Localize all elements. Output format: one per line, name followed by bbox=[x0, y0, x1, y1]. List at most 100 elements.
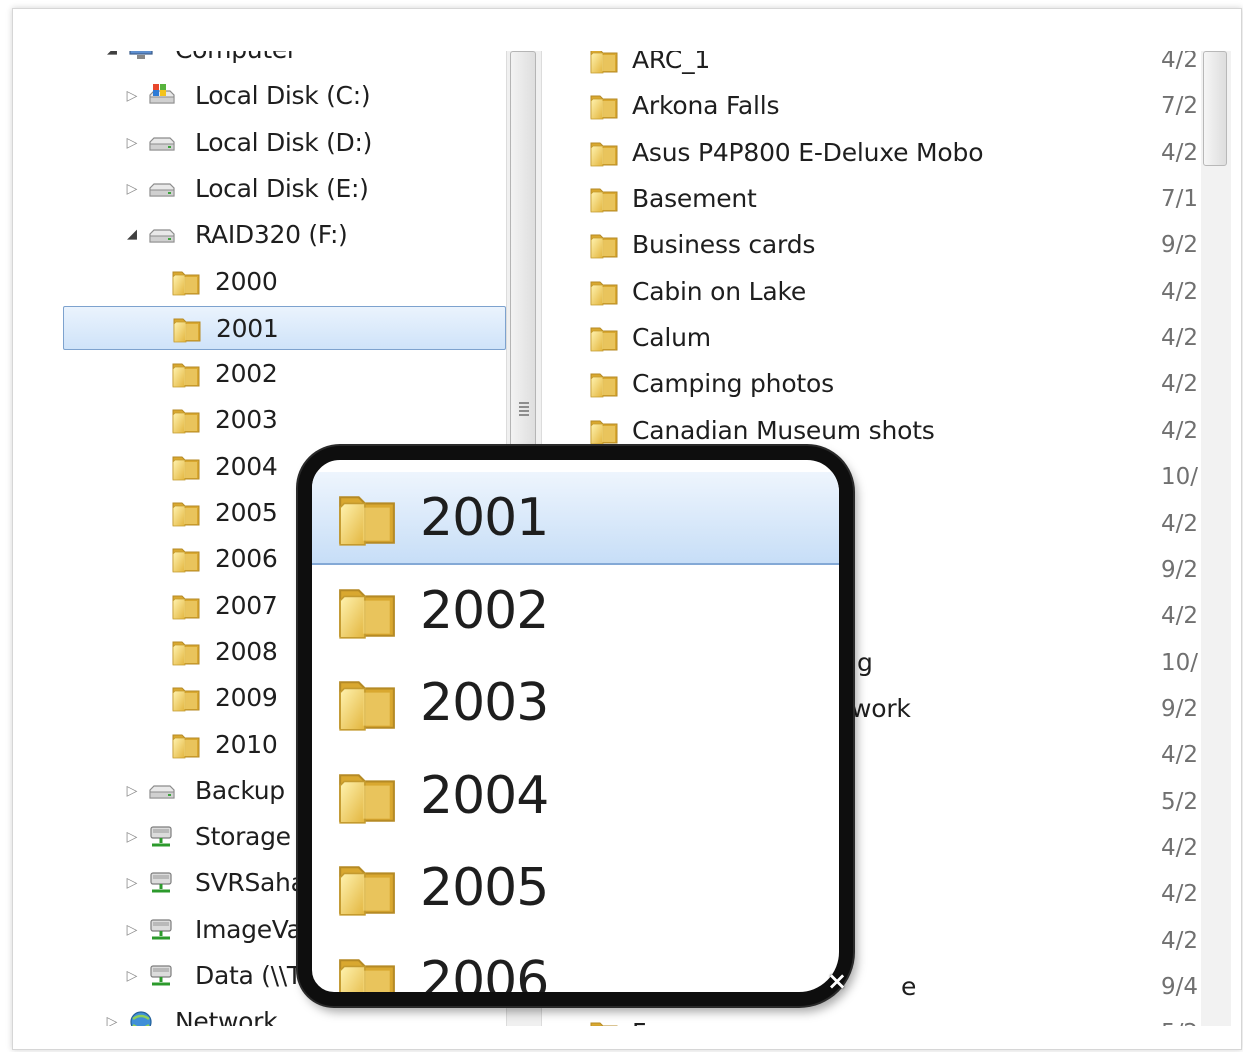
magnifier-item[interactable]: 2001 bbox=[312, 472, 839, 565]
file-name: Calum bbox=[632, 323, 711, 353]
file-row[interactable]: Camping photos 4/2 bbox=[541, 361, 1241, 407]
file-row[interactable]: Business cards 9/2 bbox=[541, 222, 1241, 268]
expand-arrow-icon[interactable]: ▷ bbox=[125, 74, 139, 118]
file-name: Asus P4P800 E-Deluxe Mobo bbox=[632, 137, 984, 167]
folder-icon bbox=[336, 858, 398, 922]
magnifier-item[interactable]: 2006 bbox=[312, 935, 839, 1006]
expand-arrow-icon[interactable]: ▷ bbox=[125, 954, 139, 998]
folder-icon bbox=[336, 673, 398, 737]
folder-icon bbox=[336, 766, 398, 830]
magnifier-item[interactable]: 2004 bbox=[312, 750, 839, 843]
nav-item[interactable]: ◢ Computer bbox=[63, 51, 506, 72]
drive-icon bbox=[147, 778, 177, 804]
file-date: 9/2 bbox=[1161, 695, 1199, 722]
file-date: 5/2 bbox=[1161, 1010, 1201, 1026]
file-row[interactable]: Cabin on Lake 4/2 bbox=[541, 269, 1241, 315]
file-name: Cabin on Lake bbox=[632, 276, 807, 306]
file-date: 9/2 bbox=[1161, 556, 1199, 583]
file-date: 4/2 bbox=[1161, 742, 1199, 769]
file-name: Camping photos bbox=[632, 369, 834, 399]
nav-item-label: 2009 bbox=[215, 683, 278, 713]
magnifier-item-label: 2005 bbox=[420, 858, 549, 918]
nav-item[interactable]: ▷ Local Disk (D:) bbox=[63, 121, 506, 165]
file-date: 4/2 bbox=[1161, 834, 1199, 861]
nav-item-label: Local Disk (C:) bbox=[195, 81, 371, 111]
nav-item-label: Local Disk (D:) bbox=[195, 127, 373, 157]
system-drive-icon bbox=[147, 83, 177, 109]
nav-item-label: RAID320 (F:) bbox=[195, 220, 348, 250]
magnifier-item-label: 2002 bbox=[420, 580, 549, 641]
magnifier-list: 2001 2002 2003 2004 2005 2006 bbox=[312, 460, 839, 992]
folder-icon bbox=[589, 1020, 619, 1026]
expand-arrow-icon[interactable]: ▷ bbox=[125, 121, 139, 165]
magnifier-item[interactable]: 2005 bbox=[312, 842, 839, 935]
folder-icon bbox=[172, 316, 202, 343]
file-row[interactable]: Basement 7/1 bbox=[541, 176, 1241, 222]
nav-item[interactable]: ▷ Local Disk (C:) bbox=[63, 74, 506, 118]
folder-icon bbox=[336, 488, 398, 552]
file-date: 4/2 bbox=[1161, 371, 1199, 398]
nav-item[interactable]: 2002 bbox=[63, 352, 506, 396]
computer-icon bbox=[127, 51, 157, 63]
nav-item-label: 2000 bbox=[215, 266, 278, 296]
nav-item[interactable]: 2001 bbox=[63, 305, 506, 350]
expand-arrow-icon[interactable]: ▷ bbox=[125, 861, 139, 905]
file-list-scroll-thumb[interactable] bbox=[1203, 51, 1227, 166]
file-name: Business cards bbox=[632, 230, 816, 260]
drive-icon bbox=[147, 222, 177, 248]
nav-item-label: Computer bbox=[175, 51, 297, 72]
nav-item-label: 2008 bbox=[215, 636, 278, 666]
file-date: 4/2 bbox=[1161, 881, 1199, 908]
expand-arrow-open-icon[interactable]: ◢ bbox=[125, 213, 139, 257]
file-date: 5/2 bbox=[1161, 788, 1199, 815]
close-icon[interactable]: × bbox=[825, 969, 849, 993]
expand-arrow-icon[interactable]: ▷ bbox=[105, 1000, 119, 1026]
expand-arrow-open-icon[interactable]: ◢ bbox=[105, 51, 119, 72]
folder-icon bbox=[589, 371, 619, 399]
nav-item-label: 2002 bbox=[215, 359, 278, 389]
nav-item[interactable]: ▷ Local Disk (E:) bbox=[63, 167, 506, 211]
drive-icon bbox=[147, 130, 177, 156]
expand-arrow-icon[interactable]: ▷ bbox=[125, 769, 139, 813]
file-name: ARC_1 bbox=[632, 51, 711, 74]
file-list-scrollbar[interactable] bbox=[1201, 51, 1231, 1026]
magnifier-popup[interactable]: 2001 2002 2003 2004 2005 2006 bbox=[298, 446, 853, 1006]
file-date: 7/1 bbox=[1161, 186, 1199, 213]
magnifier-item[interactable]: 2002 bbox=[312, 565, 839, 658]
magnifier-item-label: 2003 bbox=[420, 673, 549, 733]
nav-item[interactable]: ◢ RAID320 (F:) bbox=[63, 213, 506, 257]
file-date: 4/2 bbox=[1161, 510, 1199, 537]
expand-arrow-icon[interactable]: ▷ bbox=[125, 167, 139, 211]
nav-item-label: Data (\\To bbox=[195, 961, 313, 990]
folder-icon bbox=[589, 51, 619, 75]
folder-icon bbox=[171, 500, 201, 527]
file-row[interactable]: F 5/2 bbox=[541, 1010, 1241, 1026]
nav-item-label: 2010 bbox=[215, 729, 278, 759]
nav-item[interactable]: 2003 bbox=[63, 398, 506, 442]
folder-icon bbox=[171, 269, 201, 295]
magnifier-item-label: 2006 bbox=[420, 950, 549, 1006]
file-name: work bbox=[851, 693, 911, 723]
file-name: g bbox=[857, 647, 873, 677]
folder-icon bbox=[171, 361, 201, 388]
folder-icon bbox=[589, 418, 619, 446]
file-row[interactable]: Arkona Falls 7/2 bbox=[541, 83, 1241, 129]
file-row[interactable]: Asus P4P800 E-Deluxe Mobo 4/2 bbox=[541, 130, 1241, 176]
file-row[interactable]: ARC_1 4/2 bbox=[541, 51, 1241, 83]
folder-icon bbox=[171, 732, 201, 758]
magnifier-item[interactable]: 2003 bbox=[312, 657, 839, 750]
file-date: 9/4 bbox=[1161, 974, 1199, 1000]
magnifier-item-label: 2004 bbox=[420, 765, 549, 826]
nav-item[interactable]: 2000 bbox=[63, 260, 506, 304]
folder-icon bbox=[171, 639, 201, 666]
folder-icon bbox=[589, 186, 619, 214]
expand-arrow-icon[interactable]: ▷ bbox=[125, 815, 139, 859]
file-row[interactable]: Calum 4/2 bbox=[541, 315, 1241, 361]
folder-icon bbox=[336, 951, 398, 992]
nav-item-label: SVRSaha bbox=[195, 868, 306, 898]
nav-item-label: 2006 bbox=[215, 544, 278, 574]
file-date: 9/2 bbox=[1161, 232, 1199, 259]
nav-item-label: Backup bbox=[195, 775, 285, 805]
expand-arrow-icon[interactable]: ▷ bbox=[125, 908, 139, 952]
file-date: 4/2 bbox=[1161, 139, 1199, 166]
